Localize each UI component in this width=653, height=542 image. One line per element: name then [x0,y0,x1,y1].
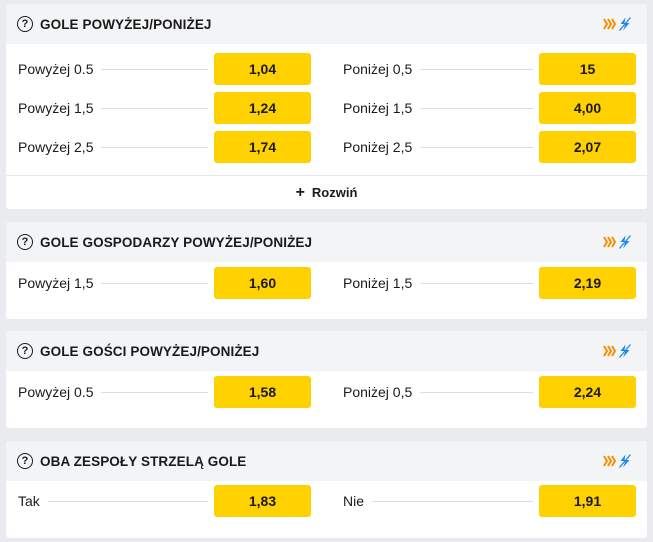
odd-button[interactable]: 2,07 [539,131,636,163]
market-oba-zespoly-strzela: ? OBA ZESPOŁY STRZELĄ GOLE Tak 1,83 Nie … [6,441,647,538]
market-header-icons [603,454,631,468]
selection-label: Poniżej 2,5 [343,139,421,155]
selection-label: Tak [18,493,48,509]
selection-label: Nie [343,493,373,509]
live-stream-icon[interactable] [603,18,616,30]
selection-label: Poniżej 1,5 [343,275,421,291]
market-gole-gospodarzy: ? GOLE GOSPODARZY POWYŻEJ/PONIŻEJ Powyże… [6,222,647,319]
plus-icon: + [295,183,305,201]
market-header[interactable]: ? OBA ZESPOŁY STRZELĄ GOLE [6,441,647,481]
odd-button[interactable]: 2,19 [539,267,636,299]
statistics-icon[interactable] [619,235,631,249]
market-header-icons [603,17,631,31]
selection-over-1-5[interactable]: Powyżej 1,5 1,60 [18,267,311,299]
help-icon[interactable]: ? [17,343,33,359]
selection-over-0-5[interactable]: Powyżej 0.5 1,04 [18,53,311,85]
selection-label: Powyżej 1,5 [18,100,102,116]
market-header[interactable]: ? GOLE POWYŻEJ/PONIŻEJ [6,4,647,44]
selection-over-0-5[interactable]: Powyżej 0.5 1,58 [18,376,311,408]
selection-label: Powyżej 0.5 [18,61,102,77]
live-stream-icon[interactable] [603,236,616,248]
expand-button[interactable]: + Rozwiń [6,175,647,209]
market-header[interactable]: ? GOLE GOSPODARZY POWYŻEJ/PONIŻEJ [6,222,647,262]
help-icon[interactable]: ? [17,453,33,469]
market-title: GOLE GOSPODARZY POWYŻEJ/PONIŻEJ [40,234,313,250]
selection-under-1-5[interactable]: Poniżej 1,5 4,00 [343,92,636,124]
selection-label: Poniżej 1,5 [343,100,421,116]
odd-button[interactable]: 1,58 [214,376,311,408]
market-header-icons [603,235,631,249]
selection-over-1-5[interactable]: Powyżej 1,5 1,24 [18,92,311,124]
odd-button[interactable]: 1,91 [539,485,636,517]
selection-label: Powyżej 1,5 [18,275,102,291]
expand-label: Rozwiń [311,185,358,200]
selection-nie[interactable]: Nie 1,91 [343,485,636,517]
odd-button[interactable]: 2,24 [539,376,636,408]
selection-label: Powyżej 0.5 [18,384,102,400]
selection-label: Poniżej 0,5 [343,384,421,400]
odd-button[interactable]: 15 [539,53,636,85]
odd-button[interactable]: 1,24 [214,92,311,124]
selection-under-0-5[interactable]: Poniżej 0,5 2,24 [343,376,636,408]
selection-over-2-5[interactable]: Powyżej 2,5 1,74 [18,131,311,163]
statistics-icon[interactable] [619,454,631,468]
selection-under-2-5[interactable]: Poniżej 2,5 2,07 [343,131,636,163]
market-gole-gosci: ? GOLE GOŚCI POWYŻEJ/PONIŻEJ Powyżej 0.5… [6,331,647,428]
odds-row: Tak 1,83 Nie 1,91 [6,485,647,517]
odds-row: Powyżej 1,5 1,24 Poniżej 1,5 4,00 [6,92,647,124]
help-icon[interactable]: ? [17,234,33,250]
odds-row: Powyżej 0.5 1,58 Poniżej 0,5 2,24 [6,376,647,408]
odd-button[interactable]: 1,74 [214,131,311,163]
odd-button[interactable]: 1,60 [214,267,311,299]
market-gole-powyzej-ponizej: ? GOLE POWYŻEJ/PONIŻEJ Powyżej 0.5 1,04 … [6,4,647,209]
selection-tak[interactable]: Tak 1,83 [18,485,311,517]
odd-button[interactable]: 1,04 [214,53,311,85]
live-stream-icon[interactable] [603,345,616,357]
odds-row: Powyżej 2,5 1,74 Poniżej 2,5 2,07 [6,131,647,163]
selection-under-1-5[interactable]: Poniżej 1,5 2,19 [343,267,636,299]
selection-label: Poniżej 0,5 [343,61,421,77]
help-icon[interactable]: ? [17,16,33,32]
odd-button[interactable]: 1,83 [214,485,311,517]
market-title: OBA ZESPOŁY STRZELĄ GOLE [40,453,247,469]
odd-button[interactable]: 4,00 [539,92,636,124]
statistics-icon[interactable] [619,344,631,358]
odds-row: Powyżej 1,5 1,60 Poniżej 1,5 2,19 [6,267,647,299]
live-stream-icon[interactable] [603,455,616,467]
selection-under-0-5[interactable]: Poniżej 0,5 15 [343,53,636,85]
odds-row: Powyżej 0.5 1,04 Poniżej 0,5 15 [6,53,647,85]
market-title: GOLE GOŚCI POWYŻEJ/PONIŻEJ [40,343,260,359]
market-title: GOLE POWYŻEJ/PONIŻEJ [40,16,212,32]
statistics-icon[interactable] [619,17,631,31]
market-header-icons [603,344,631,358]
market-header[interactable]: ? GOLE GOŚCI POWYŻEJ/PONIŻEJ [6,331,647,371]
selection-label: Powyżej 2,5 [18,139,102,155]
